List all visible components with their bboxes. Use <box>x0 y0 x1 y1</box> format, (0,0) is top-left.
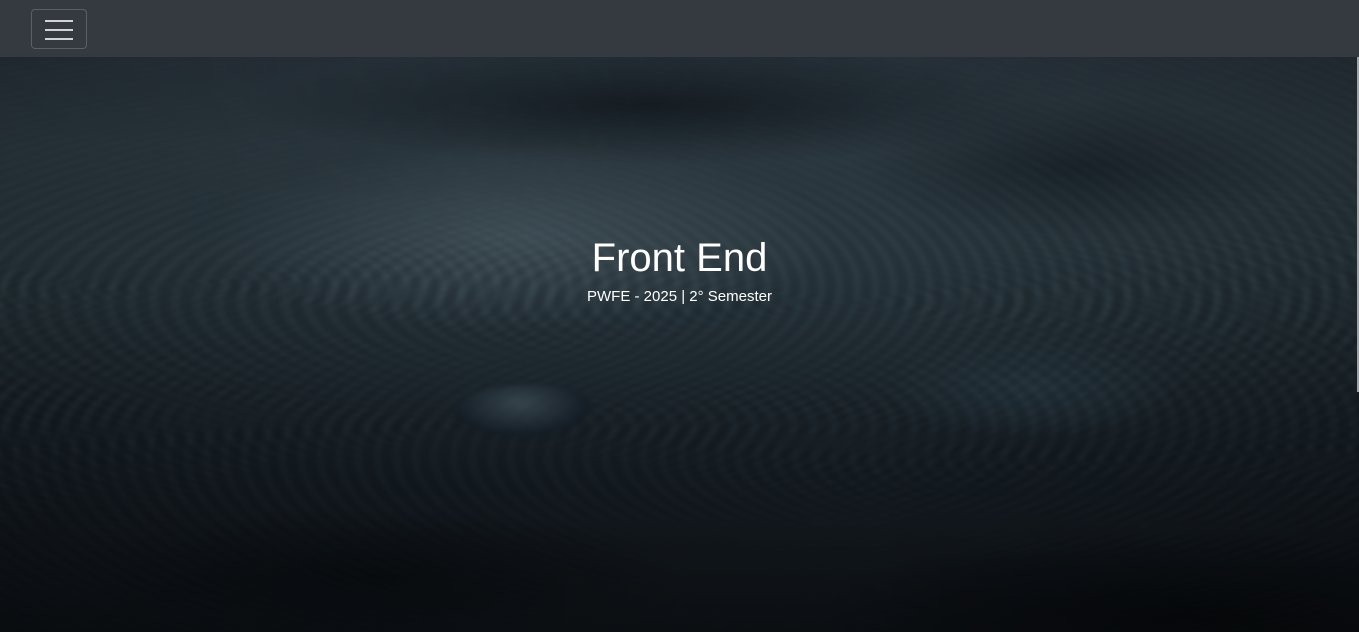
top-navbar <box>0 0 1359 57</box>
hero-subtitle: PWFE - 2025 | 2° Semester <box>587 288 772 305</box>
menu-toggle-button[interactable] <box>31 9 87 49</box>
background-sand-rock <box>454 385 592 437</box>
hero-text-group: Front End PWFE - 2025 | 2° Semester <box>0 234 1359 307</box>
hero-title: Front End <box>591 236 768 280</box>
hero-section: Front End PWFE - 2025 | 2° Semester <box>0 57 1359 632</box>
page: Front End PWFE - 2025 | 2° Semester <box>0 0 1359 632</box>
hamburger-menu-icon <box>45 20 73 40</box>
